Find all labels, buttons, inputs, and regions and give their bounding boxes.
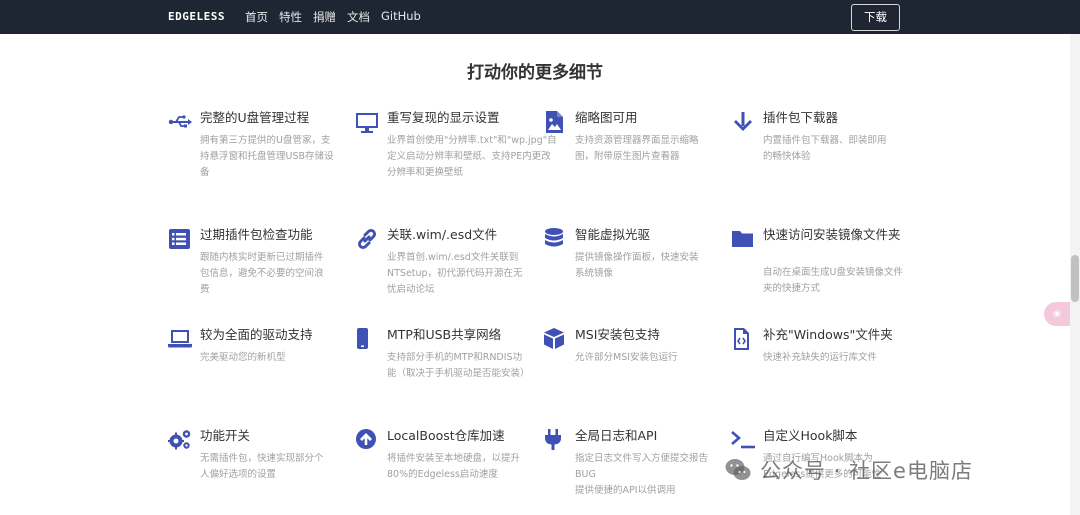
top-navbar: EDGELESS 首页 特性 捐赠 文档 GitHub 下载 xyxy=(0,0,1080,34)
nav-link-features[interactable]: 特性 xyxy=(279,9,302,25)
feature-title: 缩略图可用 xyxy=(575,110,638,125)
nav-link-donate[interactable]: 捐赠 xyxy=(313,9,336,25)
database-icon xyxy=(543,227,569,251)
feature-title: LocalBoost仓库加速 xyxy=(387,428,505,443)
feature-title: 重写复现的显示设置 xyxy=(387,110,500,125)
feature-title: 过期插件包检查功能 xyxy=(200,227,313,242)
section-title: 打动你的更多细节 xyxy=(467,63,603,83)
feature-title: 智能虚拟光驱 xyxy=(575,227,651,242)
feature-title: 功能开关 xyxy=(200,428,251,443)
feature-desc: 跟随内核实时更新已过期插件包信息，避免不必要的空间浪费 xyxy=(200,252,324,295)
widget-icon: ❀ xyxy=(1052,308,1062,320)
code-file-icon xyxy=(731,327,757,351)
feature-desc: 提供镜像操作面板，快速安装系统镜像 xyxy=(575,252,699,279)
wechat-icon xyxy=(724,456,752,484)
feature-desc: 自动在桌面生成U盘安装镜像文件夹的快捷方式 xyxy=(763,267,903,294)
nav-link-github[interactable]: GitHub xyxy=(381,9,421,25)
nav-links: 首页 特性 捐赠 文档 GitHub xyxy=(245,9,432,25)
feature-title: MTP和USB共享网络 xyxy=(387,327,502,342)
watermark: 公众号 · 社区e电脑店 xyxy=(724,455,973,485)
nav-link-docs[interactable]: 文档 xyxy=(347,9,370,25)
terminal-icon xyxy=(731,428,757,452)
feature-desc: 业界首创使用"分辨率.txt"和"wp.jpg"自定义启动分辨率和壁纸、支持PE… xyxy=(387,135,557,178)
mobile-icon xyxy=(355,327,381,351)
feature-desc: 完美驱动您的新机型 xyxy=(200,352,286,363)
download-button[interactable]: 下载 xyxy=(851,4,900,31)
feature-title: 较为全面的驱动支持 xyxy=(200,327,313,342)
scrollbar-thumb[interactable] xyxy=(1071,255,1079,302)
image-file-icon xyxy=(543,110,569,134)
feature-title: 全局日志和API xyxy=(575,428,658,443)
feature-title: 快速访问安装镜像文件夹 xyxy=(763,227,901,242)
brand-logo[interactable]: EDGELESS xyxy=(168,10,225,24)
feature-title: 自定义Hook脚本 xyxy=(763,428,858,443)
feature-title: 补充"Windows"文件夹 xyxy=(763,327,893,342)
feature-desc: 指定日志文件写入方便提交报告BUG 提供便捷的API以供调用 xyxy=(575,453,709,496)
usb-icon xyxy=(168,110,194,134)
feature-desc: 支持部分手机的MTP和RNDIS功能（取决于手机驱动是否能安装） xyxy=(387,352,530,379)
laptop-icon xyxy=(168,327,194,351)
floating-widget[interactable]: ❀ xyxy=(1044,302,1070,326)
link-icon xyxy=(355,227,381,251)
nav-link-home[interactable]: 首页 xyxy=(245,9,268,25)
feature-desc: 快速补充缺失的运行库文件 xyxy=(763,352,878,363)
feature-title: MSI安装包支持 xyxy=(575,327,660,342)
feature-title: 插件包下载器 xyxy=(763,110,839,125)
monitor-icon xyxy=(355,110,381,134)
list-icon xyxy=(168,227,194,251)
folder-icon xyxy=(731,227,757,251)
feature-desc: 支持资源管理器界面显示缩略图，附带原生图片查看器 xyxy=(575,135,699,162)
feature-desc: 内置插件包下载器、即装即用的畅快体验 xyxy=(763,135,887,162)
feature-desc: 无需插件包，快速实现部分个人偏好选项的设置 xyxy=(200,453,324,480)
feature-title: 关联.wim/.esd文件 xyxy=(387,227,498,242)
feature-desc: 业界首创.wim/.esd文件关联到NTSetup，初代源代码开源在无忧启动论坛 xyxy=(387,252,523,295)
feature-title: 完整的U盘管理过程 xyxy=(200,110,310,125)
plug-icon xyxy=(543,428,569,452)
feature-desc: 允许部分MSI安装包运行 xyxy=(575,352,678,363)
upload-circle-icon xyxy=(355,428,381,452)
download-arrow-icon xyxy=(731,110,757,134)
watermark-text: 公众号 · 社区e电脑店 xyxy=(760,459,973,483)
feature-desc: 拥有第三方提供的U盘管家，支持悬浮窗和托盘管理USB存储设备 xyxy=(200,135,334,178)
cube-icon xyxy=(543,327,569,351)
gears-icon xyxy=(168,428,194,452)
feature-desc: 将插件安装至本地硬盘，以提升80%的Edgeless启动速度 xyxy=(387,453,521,480)
